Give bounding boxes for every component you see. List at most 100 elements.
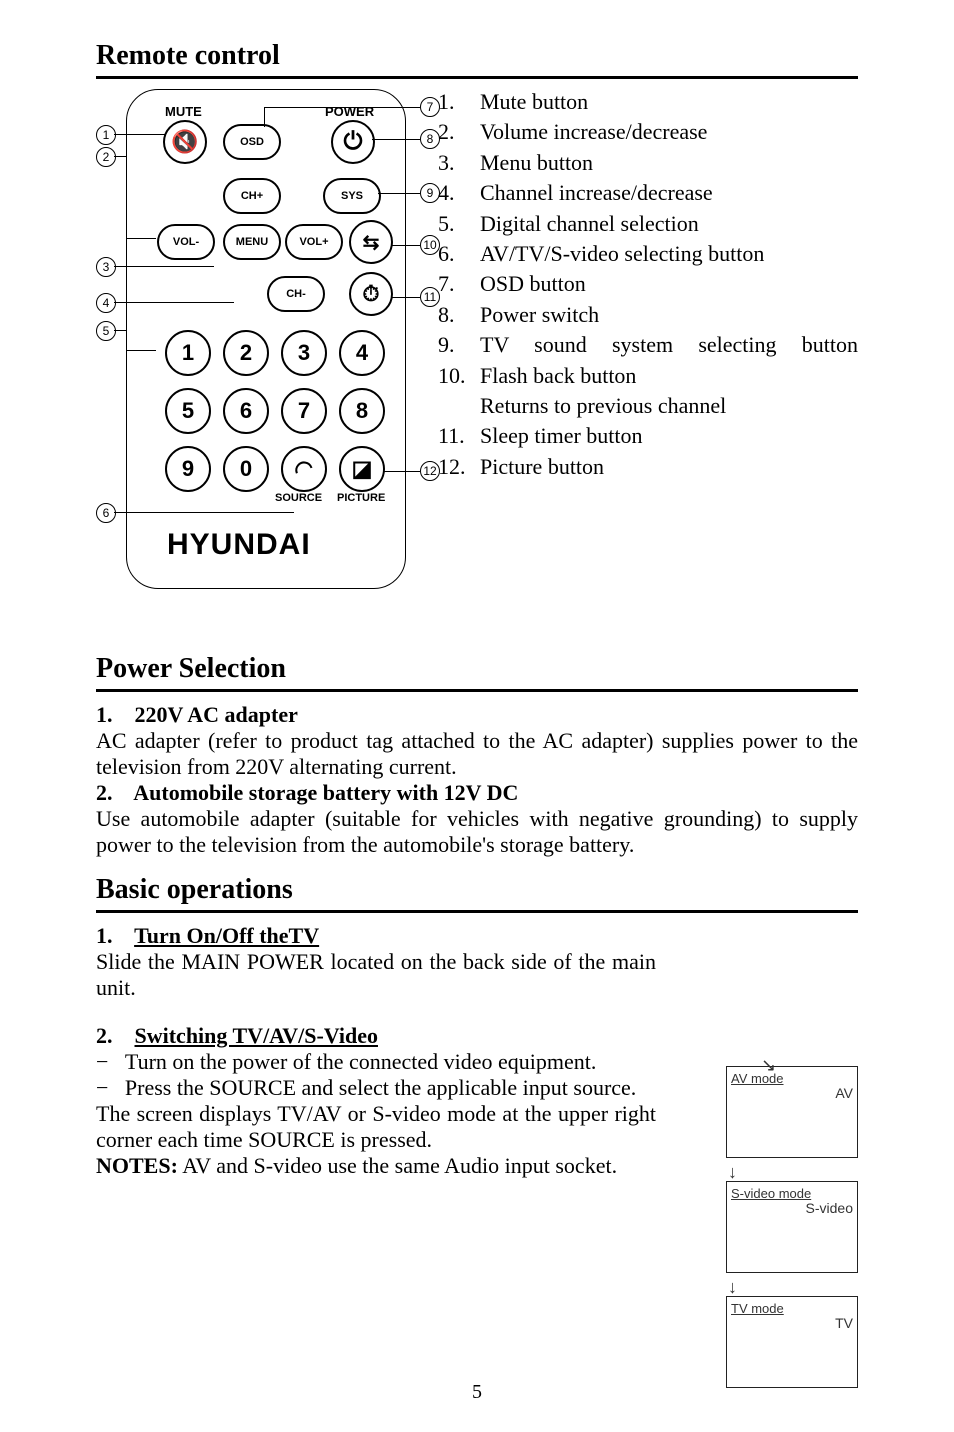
sv-mode-value: S-video [806, 1200, 853, 1216]
svideo-mode-box: S-video mode S-video [726, 1181, 858, 1273]
divider [96, 76, 858, 79]
arrow-icon: ↓ [728, 1162, 858, 1183]
li-num: 7. [438, 271, 466, 297]
basic-b1: − Turn on the power of the connected vid… [96, 1049, 656, 1075]
menu-button: MENU [223, 224, 281, 260]
mute-label: MUTE [165, 104, 202, 119]
callout-1: 1 [96, 125, 116, 145]
li-text: Power switch [480, 302, 858, 328]
source-icon: ◠ [291, 454, 318, 485]
vol-minus-button: VOL- [157, 224, 215, 260]
power-icon: ⏻ [344, 128, 363, 156]
power-para-2: Use automobile adapter (suitable for veh… [96, 806, 858, 858]
ch-minus-button: CH- [267, 276, 325, 312]
digit-5: 5 [165, 388, 211, 434]
li-num: 6. [438, 241, 466, 267]
li-text: AV/TV/S-video selecting button [480, 241, 858, 267]
picture-icon: ◪ [352, 456, 373, 482]
av-mode-value: AV [835, 1085, 853, 1101]
volminus-label: VOL- [173, 236, 199, 248]
basic-b1-text: Turn on the power of the connected video… [125, 1049, 596, 1074]
basic-h2: 2. Switching TV/AV/S-Video [96, 1023, 656, 1049]
li-text: Sleep timer button [480, 423, 858, 449]
li-text: TV sound system selecting button [480, 332, 858, 358]
mute-button: 🔇 [163, 120, 207, 164]
basic-notes: NOTES: AV and S-video use the same Audio… [96, 1153, 656, 1179]
li-num: 12. [438, 454, 466, 480]
li-num: 9. [438, 332, 466, 358]
callout-2: 2 [96, 147, 116, 167]
li-text: Menu button [480, 150, 858, 176]
power-button: ⏻ [331, 120, 375, 164]
source-label: SOURCE [275, 492, 322, 504]
swap-icon: ⇆ [363, 230, 380, 255]
digit-1: 1 [165, 330, 211, 376]
tv-mode-box: TV mode TV [726, 1296, 858, 1388]
basic-h2-num: 2. [96, 1023, 113, 1048]
callout-8: 8 [420, 129, 440, 149]
power-para-1: AC adapter (refer to product tag attache… [96, 728, 858, 780]
power-sub-2: 2. Automobile storage battery with 12V D… [96, 780, 858, 806]
basic-b2-text: Press the SOURCE and select the applicab… [125, 1075, 636, 1100]
basic-b2: − Press the SOURCE and select the applic… [96, 1075, 656, 1101]
li-num: 4. [438, 180, 466, 206]
callout-10: 10 [420, 235, 440, 255]
section-power: Power Selection [96, 653, 858, 685]
osd-label: OSD [240, 136, 264, 148]
sys-button: SYS [323, 178, 381, 214]
digit-7: 7 [281, 388, 327, 434]
volplus-label: VOL+ [299, 236, 328, 248]
li-text: Mute button [480, 89, 858, 115]
callout-12: 12 [420, 461, 440, 481]
ch-plus-button: CH+ [223, 178, 281, 214]
basic-p2: The screen displays TV/AV or S-video mod… [96, 1101, 656, 1153]
li-text: Picture button [480, 454, 858, 480]
av-mode-title: AV mode [731, 1071, 784, 1086]
li-text: Channel increase/decrease [480, 180, 858, 206]
li-num: 1. [438, 89, 466, 115]
mute-icon: 🔇 [171, 129, 198, 155]
digit-0: 0 [223, 446, 269, 492]
li-text: Flash back button [480, 363, 858, 389]
tv-mode-value: TV [835, 1315, 853, 1331]
callout-3: 3 [96, 257, 116, 277]
notes-text: AV and S-video use the same Audio input … [178, 1153, 617, 1178]
sv-mode-title: S-video mode [731, 1186, 811, 1201]
li-num: 2. [438, 119, 466, 145]
power-sub-1: 1. 220V AC adapter [96, 702, 858, 728]
li-text: Digital channel selection [480, 211, 858, 237]
section-basic: Basic operations [96, 874, 858, 906]
picture-button: ◪ [339, 446, 385, 492]
callout-9: 9 [420, 183, 440, 203]
li-num: 10. [438, 363, 466, 389]
li-num: 11. [438, 423, 466, 449]
sleep-icon: ⏱ [362, 281, 379, 307]
menu-label: MENU [236, 236, 268, 248]
feature-list: 1.Mute button 2.Volume increase/decrease… [438, 89, 858, 484]
arrow-icon: ↓ [728, 1277, 858, 1298]
chplus-label: CH+ [241, 190, 263, 202]
li-text: Returns to previous channel [480, 393, 858, 419]
digit-3: 3 [281, 330, 327, 376]
callout-6: 6 [96, 503, 116, 523]
basic-h1-num: 1. [96, 923, 113, 948]
page-number: 5 [0, 1381, 954, 1404]
digit-8: 8 [339, 388, 385, 434]
callout-5: 5 [96, 321, 116, 341]
basic-h1-text: Turn On/Off theTV [134, 923, 319, 948]
li-num: 5. [438, 211, 466, 237]
callout-11: 11 [420, 287, 440, 307]
basic-h2-text: Switching TV/AV/S-Video [135, 1023, 378, 1048]
section-remote: Remote control [96, 40, 858, 72]
sys-label: SYS [341, 190, 363, 202]
remote-body: MUTE POWER 🔇 OSD ⏻ CH+ SYS VOL- MENU VOL… [126, 89, 406, 589]
digit-9: 9 [165, 446, 211, 492]
li-num [438, 393, 466, 419]
basic-h1: 1. Turn On/Off theTV [96, 923, 656, 949]
divider [96, 689, 858, 692]
brand-logo: HYUNDAI [167, 528, 311, 562]
divider [96, 910, 858, 913]
digit-4: 4 [339, 330, 385, 376]
digit-2: 2 [223, 330, 269, 376]
tv-mode-title: TV mode [731, 1301, 784, 1316]
